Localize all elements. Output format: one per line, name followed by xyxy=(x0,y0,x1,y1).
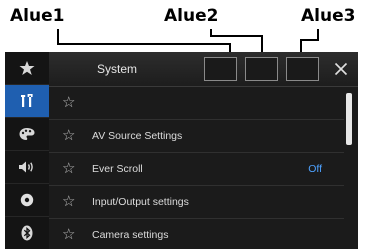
favorite-star-icon[interactable]: ☆ xyxy=(62,194,75,210)
head-unit-screen: System ☆ ☆ AV Source Settings ☆ Ever Scr… xyxy=(5,52,358,249)
scrollbar[interactable] xyxy=(346,93,352,145)
callout-alue2: Alue2 xyxy=(164,6,219,26)
sidebar-item-audio[interactable] xyxy=(5,151,49,184)
list-item-label: Input/Output settings xyxy=(92,196,189,208)
speaker-icon xyxy=(19,161,33,173)
header-bar: System xyxy=(49,52,358,87)
leader-line-alue1 xyxy=(57,29,59,44)
sidebar-item-favorites[interactable] xyxy=(5,52,49,85)
leader-line-alue1 xyxy=(57,43,230,45)
list-item-input-output-settings[interactable]: ☆ Input/Output settings xyxy=(49,186,344,219)
ever-scroll-value: Off xyxy=(308,163,322,175)
star-icon xyxy=(19,61,35,75)
shortcut-slot-1[interactable] xyxy=(204,57,237,81)
bluetooth-icon xyxy=(21,225,33,241)
sidebar xyxy=(5,52,49,249)
list-item[interactable]: ☆ xyxy=(49,87,344,120)
shortcut-slot-3[interactable] xyxy=(286,57,319,81)
list-item-av-source-settings[interactable]: ☆ AV Source Settings xyxy=(49,120,344,153)
palette-icon xyxy=(19,128,35,140)
page-title: System xyxy=(97,62,138,76)
list-item-camera-settings[interactable]: ☆ Camera settings xyxy=(49,219,344,249)
sidebar-item-source[interactable] xyxy=(5,184,49,217)
list-item-label: AV Source Settings xyxy=(92,130,183,142)
sidebar-item-bluetooth[interactable] xyxy=(5,217,49,249)
disc-icon xyxy=(20,193,34,207)
leader-line-alue3 xyxy=(300,39,319,41)
favorite-star-icon[interactable]: ☆ xyxy=(62,161,75,177)
settings-list: ☆ ☆ AV Source Settings ☆ Ever Scroll Off… xyxy=(49,87,344,249)
favorite-star-icon[interactable]: ☆ xyxy=(62,227,75,243)
callout-alue3: Alue3 xyxy=(301,6,356,26)
callout-alue1: Alue1 xyxy=(10,6,65,26)
sidebar-item-system[interactable] xyxy=(5,85,49,118)
favorite-star-icon[interactable]: ☆ xyxy=(62,95,75,111)
close-button[interactable] xyxy=(328,56,354,82)
favorite-star-icon[interactable]: ☆ xyxy=(62,128,75,144)
list-item-label: Camera settings xyxy=(92,229,169,241)
tools-icon xyxy=(21,94,33,107)
list-item-label: Ever Scroll xyxy=(92,163,143,175)
list-item-ever-scroll[interactable]: ☆ Ever Scroll Off xyxy=(49,153,344,186)
sidebar-item-theme[interactable] xyxy=(5,118,49,151)
close-icon xyxy=(334,62,348,76)
shortcut-slot-2[interactable] xyxy=(245,57,278,81)
leader-line-alue2 xyxy=(210,35,262,37)
